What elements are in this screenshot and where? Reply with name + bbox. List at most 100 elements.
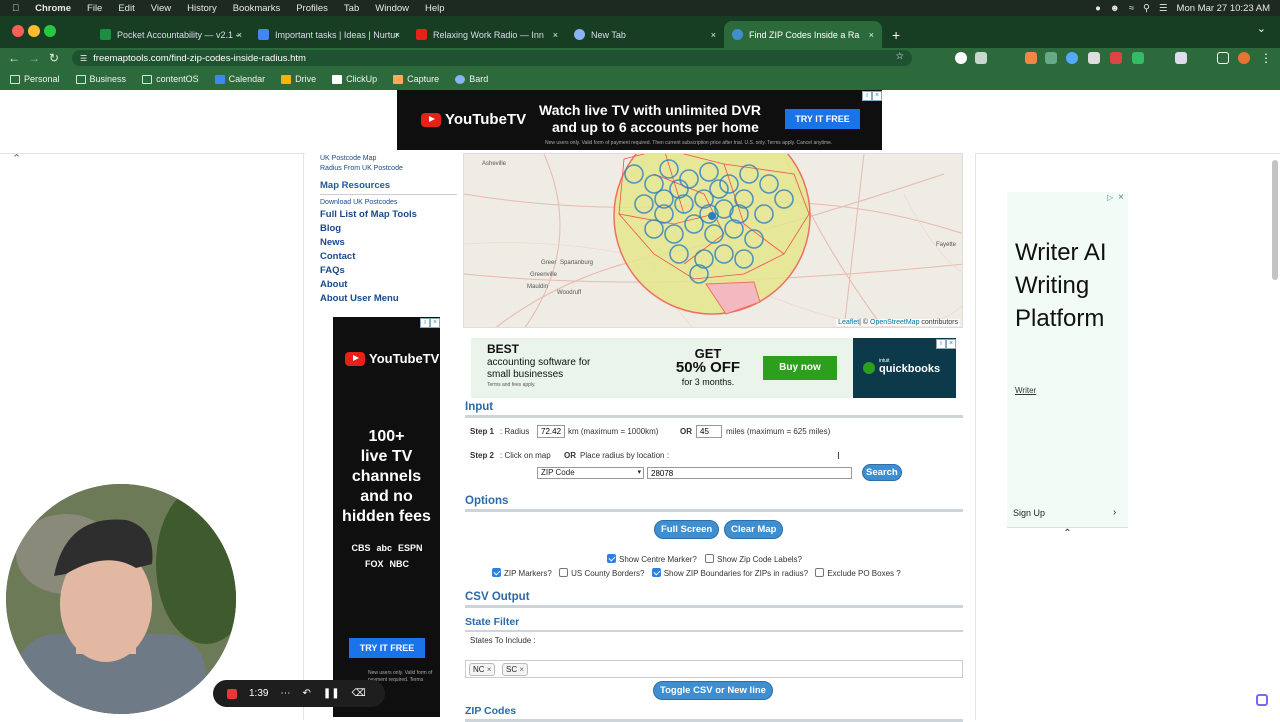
state-chip-sc[interactable]: SC × — [502, 663, 529, 676]
ad-info-icon[interactable]: i — [420, 318, 430, 328]
state-chip-nc[interactable]: NC × — [469, 663, 496, 676]
site-info-icon[interactable]: ☰ — [80, 54, 87, 63]
apple-icon[interactable]:  — [12, 3, 19, 14]
quickbooks-ad[interactable]: BEST accounting software for small busin… — [471, 338, 956, 398]
bookmark-bard[interactable]: Bard — [455, 74, 488, 84]
top-ad-banner[interactable]: YouTubeTV Watch live TV with unlimited D… — [397, 90, 882, 150]
ad-choices-icon[interactable]: ▷ — [1107, 193, 1113, 202]
location-type-select[interactable]: ZIP Code ▾ — [537, 467, 644, 479]
checkbox-checked[interactable] — [651, 568, 661, 577]
sidepanel-icon[interactable] — [1217, 52, 1229, 64]
close-tab-icon[interactable]: × — [553, 30, 558, 40]
tab-pocket-accountability[interactable]: Pocket Accountability — v2.1 - × — [92, 21, 250, 48]
nav-news[interactable]: News — [320, 236, 460, 250]
ad-close-icon[interactable]: × — [872, 91, 882, 101]
bookmark-contentos[interactable]: contentOS — [142, 74, 199, 84]
extension-share-icon[interactable] — [975, 52, 987, 64]
grid-icon[interactable]: ⋯ — [280, 688, 290, 699]
nav-about-user-menu[interactable]: About User Menu — [320, 292, 460, 306]
nav-faqs[interactable]: FAQs — [320, 264, 460, 278]
checkbox-unchecked[interactable] — [815, 568, 825, 577]
zip-boundaries-checkbox[interactable]: Show ZIP Boundaries for ZIPs in radius? — [651, 568, 808, 578]
control-center-icon[interactable]: ☰ — [1159, 3, 1168, 14]
search-button[interactable]: Search — [862, 464, 902, 481]
zip-markers-checkbox[interactable]: ZIP Markers? — [492, 568, 552, 578]
back-icon[interactable]: ← — [4, 51, 24, 65]
page-scrollbar-thumb[interactable] — [1272, 160, 1278, 280]
wifi-icon[interactable]: ≈ — [1129, 3, 1134, 14]
mic-icon[interactable]: ● — [1095, 3, 1101, 14]
close-window-icon[interactable] — [12, 25, 24, 37]
nav-blog[interactable]: Blog — [320, 222, 460, 236]
extension-b-icon[interactable] — [1045, 52, 1057, 64]
bookmark-star-icon[interactable]: ☆ — [895, 51, 904, 62]
side-ad-banner[interactable]: YouTubeTV 100+ live TV channels and no h… — [333, 317, 440, 717]
osm-link[interactable]: OpenStreetMap — [870, 319, 919, 326]
close-tab-icon[interactable]: × — [869, 30, 874, 40]
nav-uk-postcode-map[interactable]: UK Postcode Map — [320, 154, 460, 164]
right-ad-signup[interactable]: Sign Up — [1013, 508, 1045, 518]
nav-about[interactable]: About — [320, 278, 460, 292]
clickup-float-icon[interactable] — [1256, 694, 1268, 706]
full-screen-button[interactable]: Full Screen — [654, 520, 720, 539]
forward-icon[interactable]: → — [24, 51, 44, 65]
more-menu-icon[interactable]: ⋮ — [1260, 51, 1272, 65]
remove-chip-icon[interactable]: × — [487, 665, 492, 674]
search-icon[interactable]: ⚲ — [1143, 3, 1150, 14]
menu-bookmarks[interactable]: Bookmarks — [233, 3, 281, 14]
profile-avatar[interactable] — [1238, 52, 1250, 64]
ad-close-icon[interactable]: × — [430, 318, 440, 328]
new-tab-icon[interactable]: + — [892, 27, 900, 43]
pause-icon[interactable]: ❚❚ — [323, 688, 340, 699]
minimize-window-icon[interactable] — [28, 25, 40, 37]
menu-window[interactable]: Window — [375, 3, 409, 14]
chevron-right-icon[interactable]: › — [1113, 507, 1116, 518]
right-ad-collapse[interactable]: ⌃ — [1007, 527, 1128, 543]
show-zip-labels-checkbox[interactable]: Show Zip Code Labels? — [705, 554, 802, 564]
extension-g-icon[interactable] — [955, 52, 967, 64]
map-view[interactable]: Asheville Greer Spartanburg Greenville M… — [463, 153, 963, 328]
bookmark-clickup[interactable]: ClickUp — [332, 74, 377, 84]
toggle-csv-button[interactable]: Toggle CSV or New line — [653, 681, 773, 700]
menu-history[interactable]: History — [187, 3, 217, 14]
menu-edit[interactable]: Edit — [118, 3, 134, 14]
menu-tab[interactable]: Tab — [344, 3, 359, 14]
checkbox-unchecked[interactable] — [705, 554, 715, 563]
close-tab-icon[interactable]: × — [237, 30, 242, 40]
menu-view[interactable]: View — [151, 3, 171, 14]
tab-new-tab[interactable]: New Tab × — [566, 21, 724, 48]
extension-c-icon[interactable] — [1066, 52, 1078, 64]
tab-search-icon[interactable]: ⌄ — [1257, 22, 1266, 35]
tab-relaxing-radio[interactable]: Relaxing Work Radio — Inn × — [408, 21, 566, 48]
checkbox-checked[interactable] — [607, 554, 616, 563]
nav-contact[interactable]: Contact — [320, 250, 460, 264]
extension-e-icon[interactable] — [1110, 52, 1122, 64]
menu-help[interactable]: Help — [425, 3, 445, 14]
user-icon[interactable]: ☻ — [1110, 3, 1120, 14]
tab-important-tasks[interactable]: Important tasks | Ideas | Nurtur × — [250, 21, 408, 48]
location-input[interactable] — [647, 467, 852, 479]
menu-file[interactable]: File — [87, 3, 102, 14]
nav-full-list-map-tools[interactable]: Full List of Map Tools — [320, 208, 460, 222]
url-bar[interactable]: ☰ freemaptools.com/find-zip-codes-inside… — [72, 50, 912, 66]
extension-a-icon[interactable] — [1025, 52, 1037, 64]
ad-cta-button[interactable]: TRY IT FREE — [785, 109, 860, 129]
checkbox-unchecked[interactable] — [559, 568, 569, 577]
clock-datetime[interactable]: Mon Mar 27 10:23 AM — [1177, 3, 1270, 14]
reload-icon[interactable]: ↻ — [44, 51, 64, 65]
bookmark-drive[interactable]: Drive — [281, 74, 316, 84]
county-borders-checkbox[interactable]: US County Borders? — [559, 568, 644, 578]
radius-miles-input[interactable] — [696, 425, 722, 438]
remove-chip-icon[interactable]: × — [519, 665, 524, 674]
radius-km-input[interactable] — [537, 425, 565, 438]
nav-download-uk-postcodes[interactable]: Download UK Postcodes — [320, 198, 460, 208]
ad-close-icon[interactable]: × — [946, 339, 956, 349]
side-ad-cta-button[interactable]: TRY IT FREE — [349, 638, 425, 658]
close-tab-icon[interactable]: × — [395, 30, 400, 40]
menu-profiles[interactable]: Profiles — [296, 3, 328, 14]
right-ad-banner[interactable]: Writer AI Writing Platform Writer Sign U… — [1007, 192, 1128, 527]
show-centre-marker-checkbox[interactable]: Show Centre Marker? — [607, 554, 697, 564]
extension-puzzle-icon[interactable] — [1175, 52, 1187, 64]
extension-f-icon[interactable] — [1132, 52, 1144, 64]
undo-icon[interactable]: ↶ — [302, 688, 310, 699]
